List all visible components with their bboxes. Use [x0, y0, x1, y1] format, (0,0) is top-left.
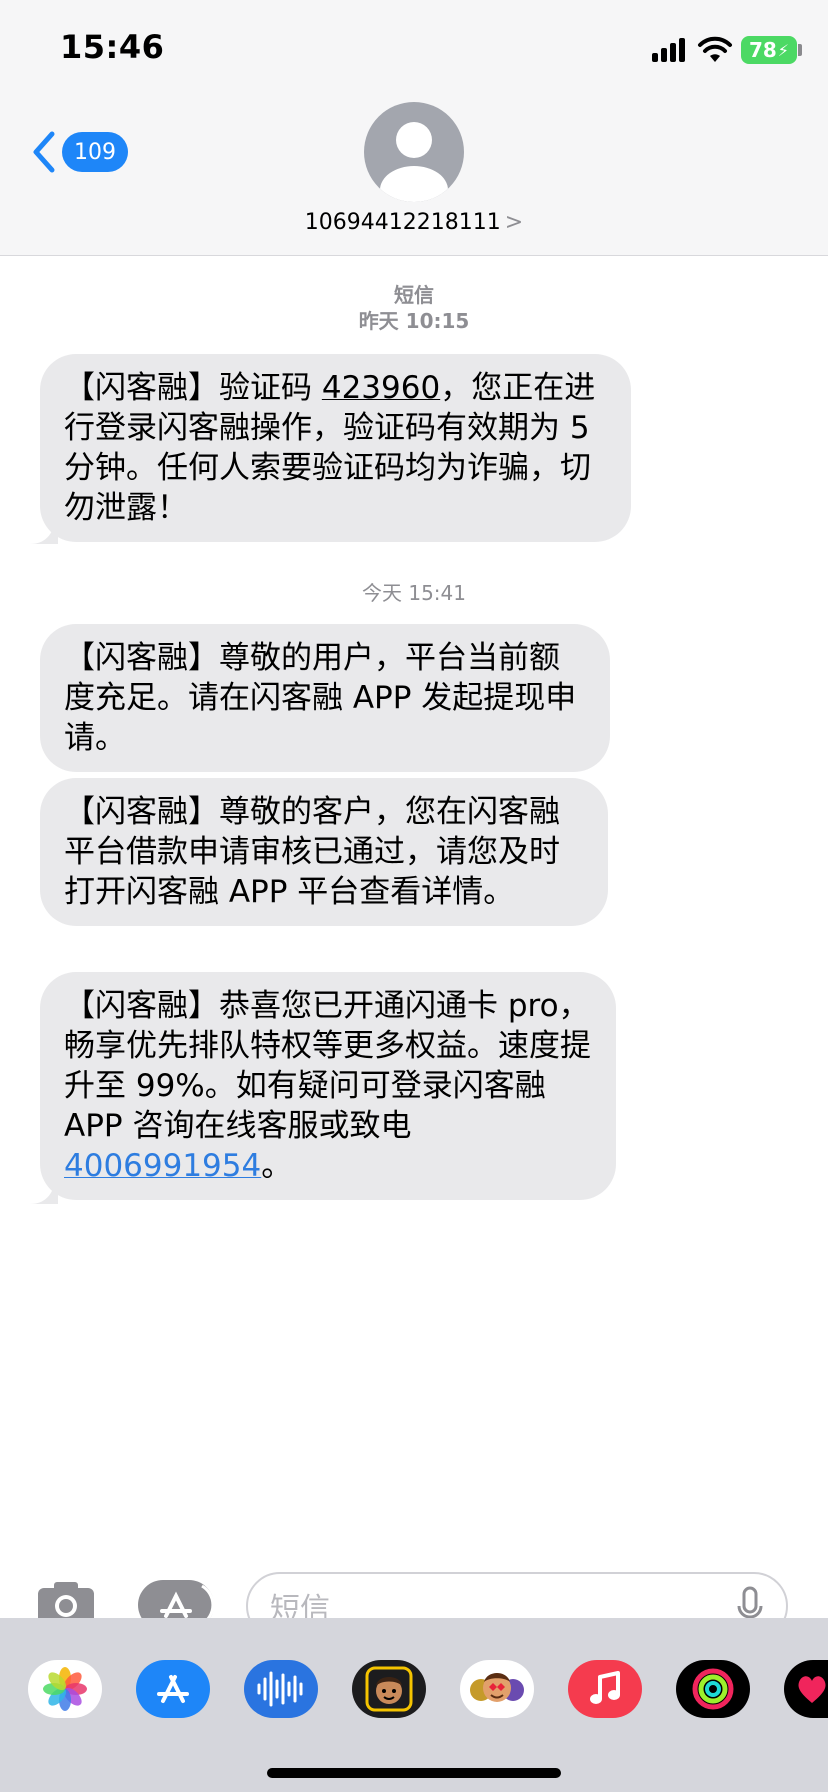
person-silhouette-icon: [380, 122, 448, 202]
timestamp: 今天 15:41: [362, 581, 466, 605]
message-text: 【闪客融】验证码: [64, 370, 322, 406]
unread-count-badge: 109: [62, 132, 128, 172]
verification-code[interactable]: 423960: [322, 370, 440, 406]
timestamp: 昨天 10:15: [358, 309, 470, 333]
message-bubble[interactable]: 【闪客融】尊敬的客户，您在闪客融平台借款申请审核已通过，请您及时打开闪客融 AP…: [40, 778, 608, 926]
message-text: 【闪客融】尊敬的用户，平台当前额度充足。请在闪客融 APP 发起提现申请。: [64, 640, 577, 756]
wifi-icon: [698, 36, 732, 62]
home-indicator: [267, 1768, 561, 1778]
chevron-left-icon: [33, 131, 55, 173]
back-button[interactable]: 109: [30, 128, 128, 176]
message-bubble[interactable]: 【闪客融】验证码 423960，您正在进行登录闪客融操作，验证码有效期为 5 分…: [40, 354, 631, 542]
contact-avatar[interactable]: [364, 102, 464, 202]
sender-name[interactable]: 10694412218111 >: [0, 210, 828, 235]
audio-message-icon[interactable]: [244, 1660, 318, 1718]
bubble-tail: [30, 516, 58, 544]
cellular-signal-icon: [652, 38, 688, 62]
photos-flower-icon: [43, 1667, 87, 1711]
music-note-icon: [590, 1671, 620, 1704]
battery-cap: [798, 44, 802, 56]
conversation-header: 15:46 78 ⚡ 109 10694412218111 >: [0, 0, 828, 256]
memoji-icon[interactable]: [352, 1660, 426, 1718]
bubble-tail: [30, 1176, 58, 1204]
waveform-icon: [257, 1671, 303, 1707]
status-time: 15:46: [60, 28, 165, 66]
battery-level: 78: [748, 38, 777, 62]
activity-app-icon[interactable]: [676, 1660, 750, 1718]
activity-rings-icon: [692, 1668, 734, 1710]
message-service-label: 短信 昨天 10:15: [0, 282, 828, 334]
battery-indicator: 78 ⚡: [741, 36, 797, 64]
music-app-icon[interactable]: [568, 1660, 642, 1718]
message-text: 。: [261, 1148, 293, 1184]
phone-number-link[interactable]: 4006991954: [64, 1148, 261, 1184]
message-bubble[interactable]: 【闪客融】尊敬的用户，平台当前额度充足。请在闪客融 APP 发起提现申请。: [40, 624, 610, 772]
app-store-glyph: [157, 1675, 189, 1703]
app-store-icon[interactable]: [136, 1660, 210, 1718]
memoji-face-icon: [365, 1666, 413, 1712]
heart-icon: [798, 1676, 826, 1703]
message-text: 【闪客融】尊敬的客户，您在闪客融平台借款申请审核已通过，请您及时打开闪客融 AP…: [64, 794, 560, 910]
sender-number: 10694412218111: [304, 210, 501, 235]
message-text: 【闪客融】恭喜您已开通闪通卡 pro，畅享优先排队特权等更多权益。速度提升至 9…: [64, 988, 591, 1144]
photos-app-icon[interactable]: [28, 1660, 102, 1718]
chevron-right-icon: >: [504, 210, 524, 235]
message-bubble[interactable]: 【闪客融】恭喜您已开通闪通卡 pro，畅享优先排队特权等更多权益。速度提升至 9…: [40, 972, 616, 1200]
service-label: 短信: [394, 283, 434, 307]
stickers-face-icon: [470, 1673, 524, 1702]
animoji-stickers-icon[interactable]: [460, 1660, 534, 1718]
